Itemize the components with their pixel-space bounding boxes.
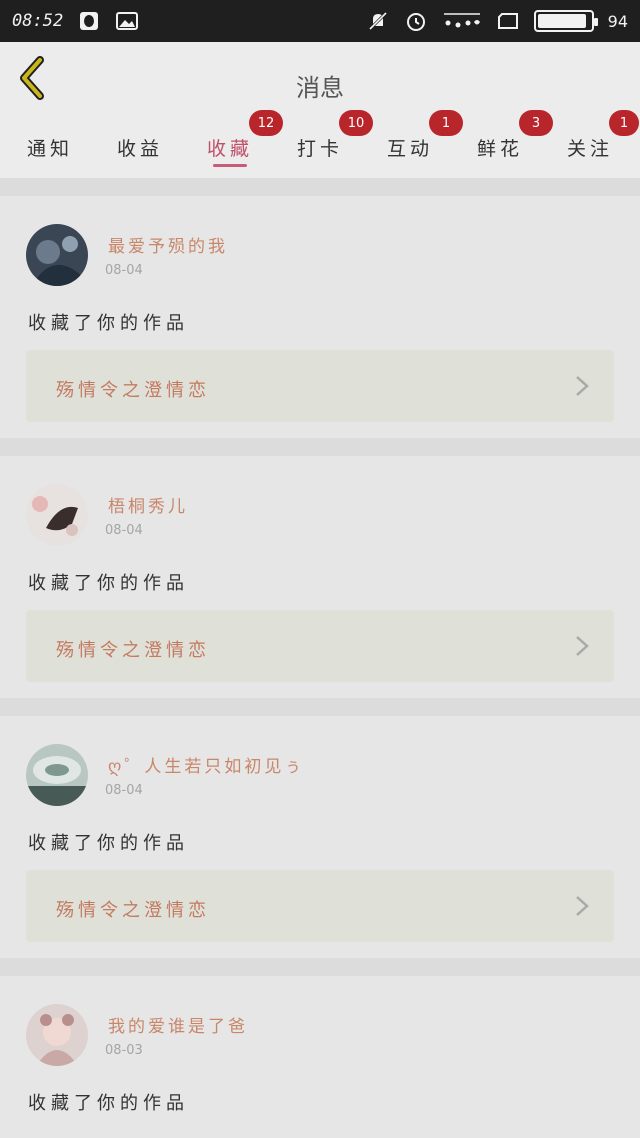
action-text: 收藏了你的作品 [28,573,189,594]
tab-label: 通知 [26,138,73,160]
chevron-right-icon [576,636,589,656]
timestamp: 08-03 [105,1043,143,1058]
chevron-right-icon [576,896,589,916]
user-name[interactable]: 最爱予殒的我 [108,232,228,257]
user-name[interactable]: 我的爱谁是了爸 [108,1012,248,1037]
battery-percent: 94 [607,11,628,31]
status-time: 08:52 [12,11,64,31]
qq-icon [77,10,101,32]
header-bar: 消息 [0,42,640,117]
chevron-right-icon [576,376,589,396]
active-tab-indicator [213,164,247,167]
avatar[interactable] [26,744,88,806]
tab-label: 关注 [566,138,613,160]
action-text: 收藏了你的作品 [28,313,189,334]
mute-icon [366,10,390,32]
work-link[interactable]: 殇情令之澄情恋 [26,350,614,422]
user-name[interactable]: 梧桐秀儿 [108,492,188,517]
tab-flowers[interactable]: 鲜花 3 [455,110,553,178]
list-item[interactable]: ღ゜人生若只如初见ぅ 08-04 收藏了你的作品 殇情令之澄情恋 [0,716,640,958]
divider [0,178,640,196]
page-title: 消息 [296,74,344,102]
gallery-icon [115,10,139,32]
tab-interactions[interactable]: 互动 1 [365,110,463,178]
divider [0,958,640,976]
avatar[interactable] [26,1004,88,1066]
divider [0,698,640,716]
timestamp: 08-04 [105,523,143,538]
action-text: 收藏了你的作品 [28,833,189,854]
divider [0,438,640,456]
tab-favorites[interactable]: 收藏 12 [185,110,283,178]
action-text: 收藏了你的作品 [28,1093,189,1114]
window-icon [496,10,520,32]
tab-label: 互动 [386,138,433,160]
timestamp: 08-04 [105,783,143,798]
battery-icon [533,10,598,32]
user-name[interactable]: ღ゜人生若只如初见ぅ [108,752,304,777]
status-bar: 08:52 94 [0,0,640,42]
tab-earnings[interactable]: 收益 [95,116,185,178]
timestamp: 08-04 [105,263,143,278]
tab-following[interactable]: 关注 1 [545,110,639,178]
avatar[interactable] [26,224,88,286]
tab-label: 打卡 [296,138,343,160]
list-item[interactable]: 我的爱谁是了爸 08-03 收藏了你的作品 [0,976,640,1138]
tab-badge: 1 [609,110,639,136]
work-title: 殇情令之澄情恋 [56,900,210,921]
work-title: 殇情令之澄情恋 [56,640,210,661]
work-title: 殇情令之澄情恋 [56,380,210,401]
tab-checkin[interactable]: 打卡 10 [275,110,373,178]
tab-notifications[interactable]: 通知 [5,116,95,178]
tab-bar: 通知 收益 收藏 12 打卡 10 互动 1 鲜花 3 关注 1 [0,110,640,178]
avatar[interactable] [26,484,88,546]
list-item[interactable]: 最爱予殒的我 08-04 收藏了你的作品 殇情令之澄情恋 [0,196,640,438]
tab-label: 收藏 [206,138,253,160]
alarm-icon [404,10,428,32]
list-item[interactable]: 梧桐秀儿 08-04 收藏了你的作品 殇情令之澄情恋 [0,456,640,698]
tab-label: 收益 [116,138,163,160]
tab-label: 鲜花 [476,138,523,160]
signal-icon [442,10,482,32]
work-link[interactable]: 殇情令之澄情恋 [26,870,614,942]
work-link[interactable]: 殇情令之澄情恋 [26,610,614,682]
